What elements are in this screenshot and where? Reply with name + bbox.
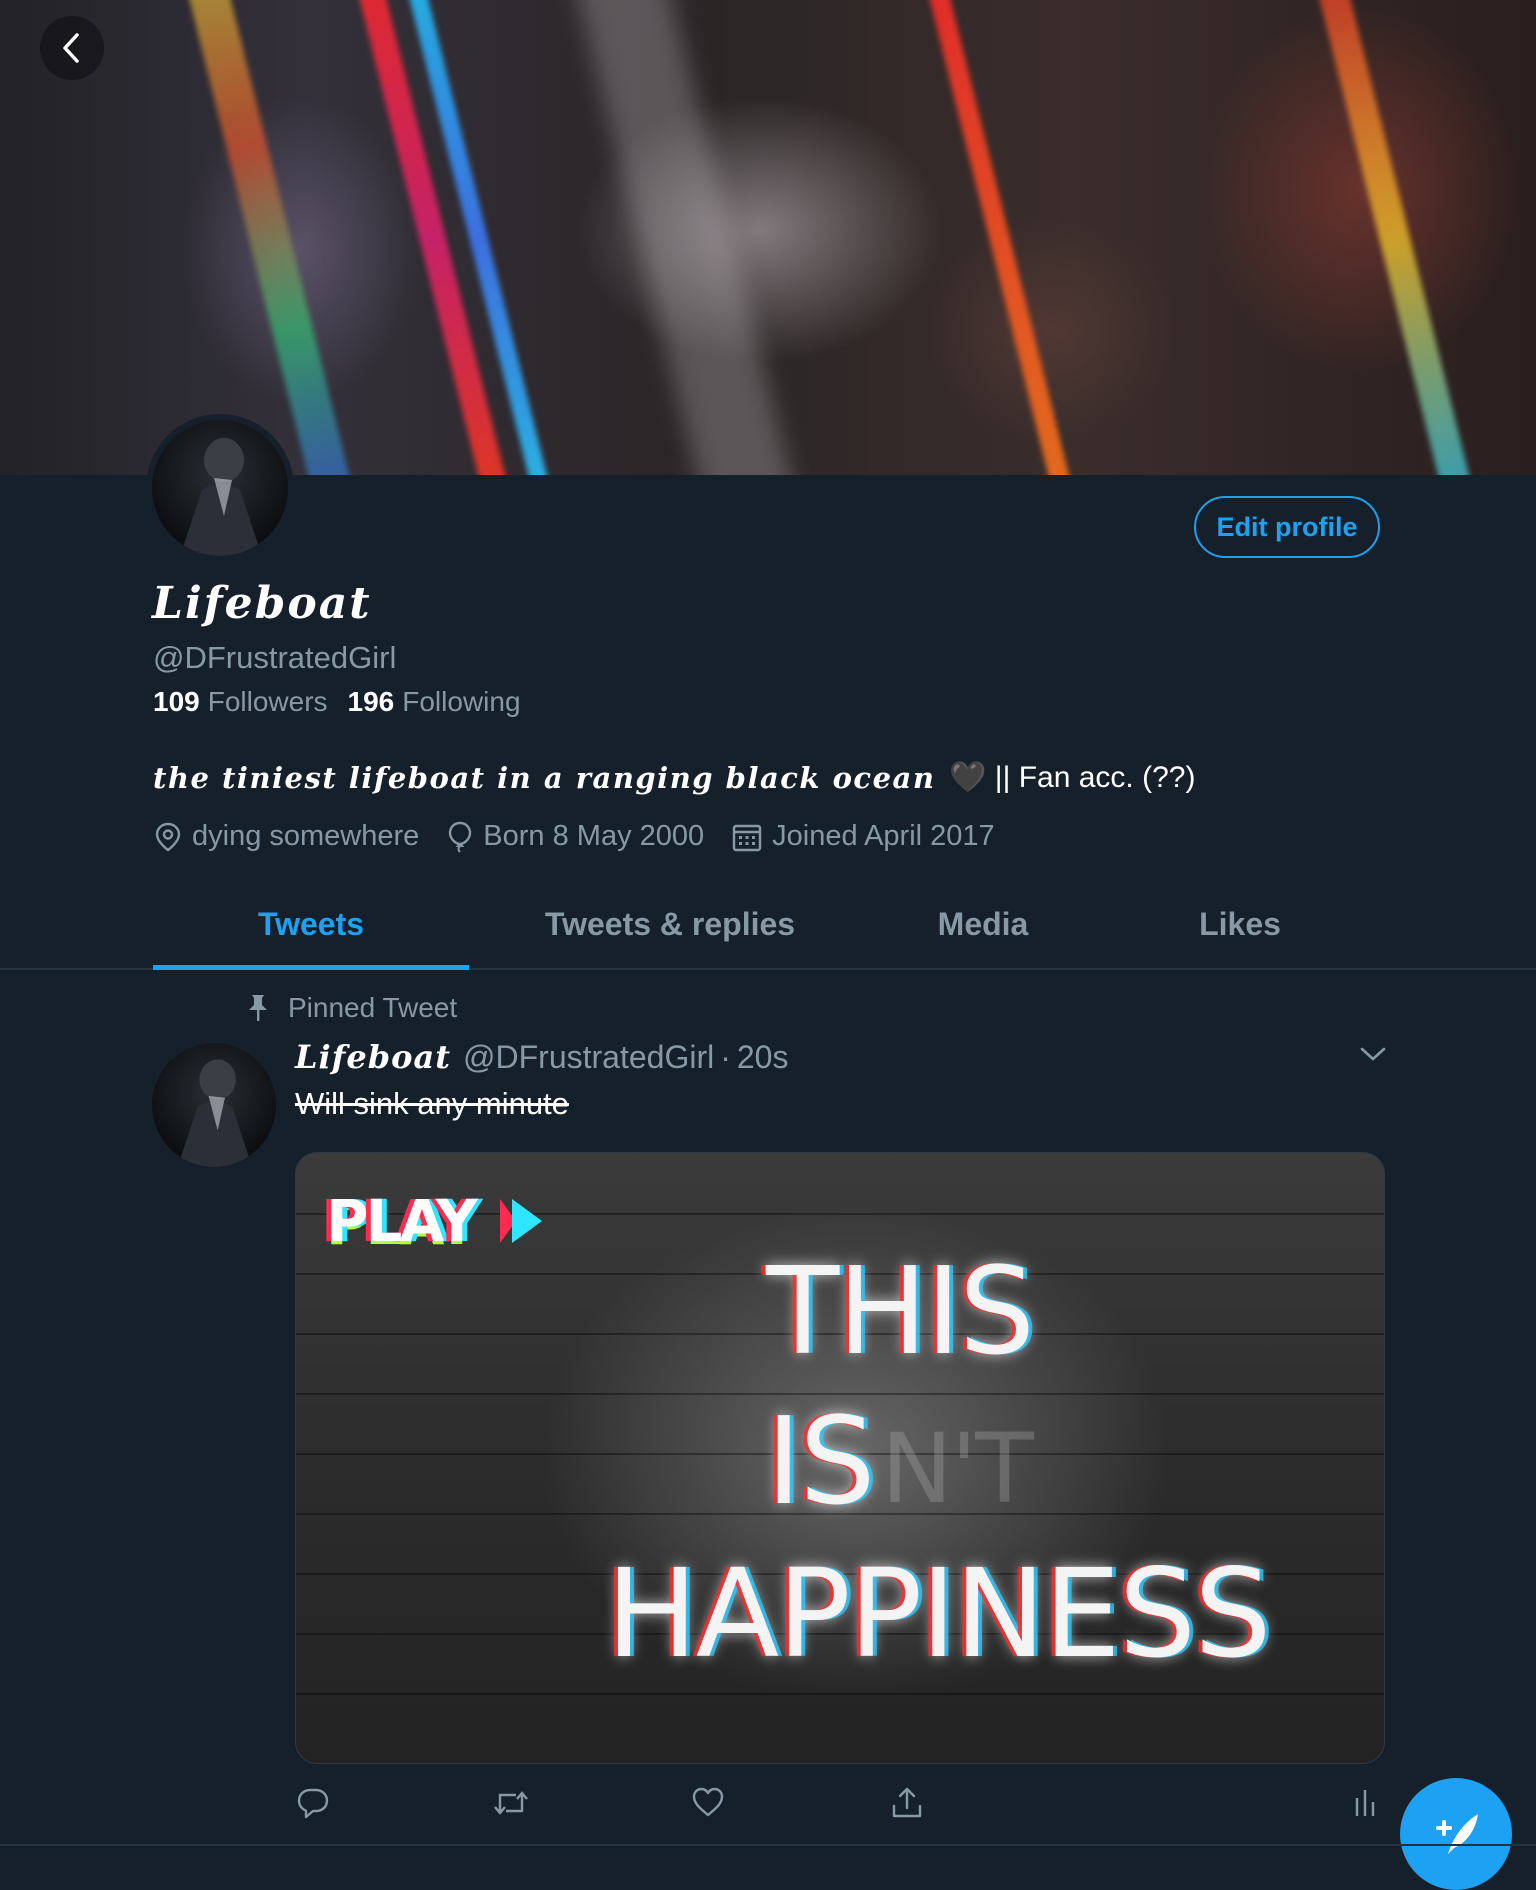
brick-line (296, 1693, 1384, 1695)
tweet-separator: · (720, 1039, 731, 1075)
bottom-divider (0, 1844, 1536, 1846)
tweet-author-avatar[interactable] (152, 1043, 276, 1167)
play-text: PLAY (326, 1187, 478, 1255)
tab-tweets[interactable]: Tweets (153, 880, 469, 970)
chevron-left-icon (63, 33, 79, 63)
tweet-text: Will sink any minute (295, 1086, 569, 1121)
pin-icon (249, 995, 267, 1021)
reply-button[interactable] (296, 1786, 330, 1825)
location-pin-icon (155, 822, 181, 851)
reply-icon (297, 1788, 329, 1819)
share-icon (892, 1787, 922, 1818)
tweet-author-name[interactable]: Lifeboat (295, 1038, 451, 1076)
retweet-button[interactable] (492, 1786, 530, 1825)
tab-tweets-replies[interactable]: Tweets & replies (520, 880, 820, 968)
like-button[interactable] (691, 1786, 725, 1823)
tweet-actions (0, 1786, 1536, 1826)
compose-tweet-button[interactable] (1400, 1778, 1512, 1890)
birthday-text: Born 8 May 2000 (483, 820, 705, 852)
chevron-down-icon (1360, 1047, 1386, 1061)
joined-text: Joined April 2017 (772, 820, 995, 852)
tweet-header: Lifeboat @DFrustratedGirl · 20s (295, 1038, 788, 1076)
play-icon (500, 1199, 543, 1243)
heart-icon (692, 1787, 724, 1817)
banner-glitch-stripe (182, 0, 358, 475)
followers-link[interactable]: 109 Followers (153, 686, 328, 718)
tweet-author-handle[interactable]: @DFrustratedGirl (463, 1039, 714, 1076)
tweet-options-button[interactable] (1358, 1044, 1388, 1069)
pinned-tweet-indicator: Pinned Tweet (246, 992, 457, 1024)
compose-tweet-icon (1436, 1814, 1478, 1854)
profile-joined: Joined April 2017 (732, 820, 995, 853)
tweet-timestamp[interactable]: 20s (737, 1039, 789, 1076)
neon-line-2-faint: N'T (881, 1413, 1034, 1525)
bio-fancy-text: the tiniest lifeboat in a ranging black … (153, 760, 936, 795)
following-label: Following (402, 686, 521, 717)
avatar-image (152, 420, 288, 556)
neon-line-1: THIS (766, 1243, 1035, 1382)
tab-media[interactable]: Media (900, 880, 1066, 968)
profile-stats: 109 Followers 196 Following (153, 686, 541, 718)
profile-display-name: Lifeboat (152, 578, 372, 629)
retweet-icon (494, 1791, 528, 1815)
profile-bio: the tiniest lifeboat in a ranging black … (153, 760, 1195, 795)
banner-glitch-stripe (922, 0, 1078, 475)
back-button[interactable] (40, 16, 104, 80)
followers-count: 109 (153, 686, 200, 717)
profile-meta: dying somewhere Born 8 May 2000 Joined A… (154, 820, 1023, 853)
edit-profile-button[interactable]: Edit profile (1194, 496, 1380, 558)
profile-location: dying somewhere (154, 820, 419, 853)
profile-tabs: Tweets Tweets & replies Media Likes (0, 880, 1536, 970)
profile-avatar[interactable] (146, 414, 294, 562)
banner-glitch-stripe (1312, 0, 1478, 475)
share-button[interactable] (890, 1786, 924, 1825)
media-play-label: PLAY (326, 1187, 548, 1255)
following-link[interactable]: 196 Following (348, 686, 521, 718)
followers-label: Followers (207, 686, 328, 717)
location-text: dying somewhere (192, 820, 420, 852)
profile-birthday: Born 8 May 2000 (447, 820, 704, 853)
neon-line-3: HAPPINESS (606, 1543, 1272, 1685)
calendar-icon (732, 824, 762, 851)
neon-line-2: IS (766, 1393, 876, 1532)
banner-glitch-stripe (573, 0, 797, 475)
balloon-icon (449, 821, 472, 853)
profile-banner[interactable] (0, 0, 1536, 475)
analytics-icon (1355, 1790, 1375, 1816)
tab-likes[interactable]: Likes (1170, 880, 1310, 968)
black-heart-emoji: 🖤 (949, 761, 987, 794)
tweet-media-image[interactable]: PLAY THIS IS N'T HAPPINESS (295, 1152, 1385, 1764)
bio-text: || Fan acc. (??) (994, 760, 1196, 794)
analytics-button[interactable] (1352, 1786, 1378, 1823)
following-count: 196 (347, 686, 395, 717)
pinned-label: Pinned Tweet (288, 992, 458, 1023)
profile-handle: @DFrustratedGirl (153, 640, 397, 675)
